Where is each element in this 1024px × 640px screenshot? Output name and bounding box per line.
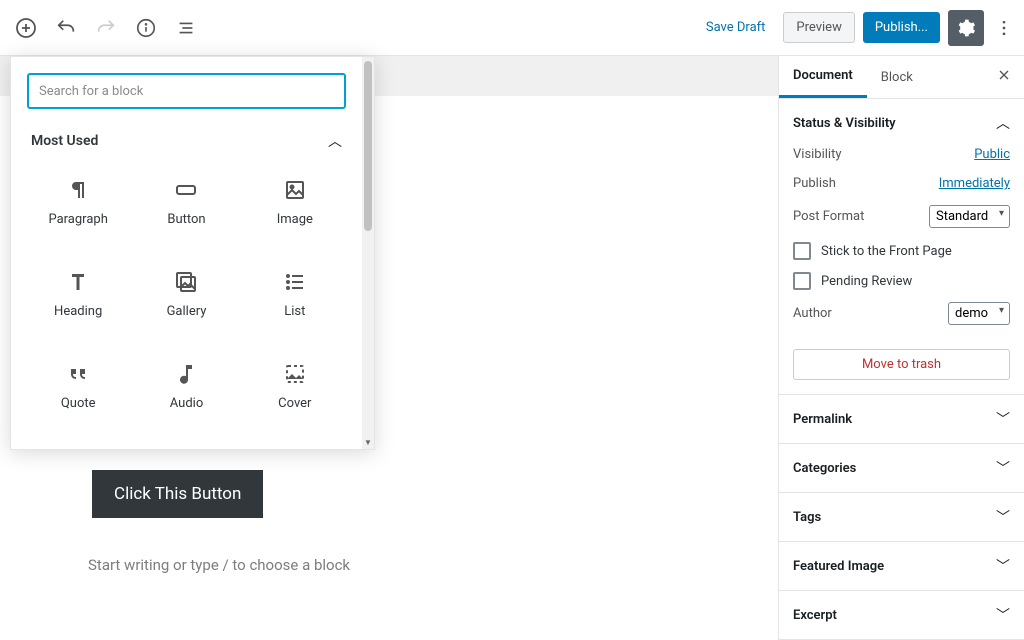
redo-icon — [95, 17, 117, 39]
block-paragraph[interactable]: Paragraph — [27, 159, 129, 245]
panel-featured-image-toggle[interactable]: Featured Image ﹀ — [779, 542, 1024, 590]
preview-button[interactable]: Preview — [783, 12, 854, 43]
panel-title: Status & Visibility — [793, 116, 896, 131]
block-inserter-popover: Most Used ︿ Paragraph Button Image Headi… — [10, 56, 375, 450]
panel-status-visibility-toggle[interactable]: Status & Visibility ︿ — [779, 99, 1024, 147]
panel-categories-toggle[interactable]: Categories ﹀ — [779, 444, 1024, 492]
stick-front-page-label: Stick to the Front Page — [821, 244, 952, 259]
toolbar-left-group — [8, 10, 204, 46]
panel-status-visibility-body: Visibility Public Publish Immediately Po… — [779, 147, 1024, 394]
save-draft-button[interactable]: Save Draft — [696, 12, 776, 43]
cover-icon — [283, 362, 307, 386]
move-to-trash-button[interactable]: Move to trash — [793, 349, 1010, 380]
plus-circle-icon — [14, 16, 38, 40]
block-audio[interactable]: Audio — [135, 343, 237, 429]
button-icon — [174, 178, 198, 202]
block-quote[interactable]: Quote — [27, 343, 129, 429]
block-button[interactable]: Button — [135, 159, 237, 245]
redo-button[interactable] — [88, 10, 124, 46]
settings-sidebar: Document Block Status & Visibility ︿ Vis… — [778, 56, 1024, 640]
chevron-down-icon: ﹀ — [996, 507, 1010, 527]
close-sidebar-button[interactable] — [984, 56, 1024, 98]
popover-scrollbar[interactable]: ▼ — [362, 57, 374, 449]
add-block-button[interactable] — [8, 10, 44, 46]
post-format-select[interactable]: Standard — [929, 205, 1010, 228]
publish-button[interactable]: Publish... — [863, 12, 940, 43]
chevron-down-icon: ﹀ — [996, 605, 1010, 625]
close-icon — [996, 67, 1012, 83]
visibility-value-link[interactable]: Public — [974, 147, 1010, 162]
block-search-wrap — [27, 73, 346, 109]
info-button[interactable] — [128, 10, 164, 46]
panel-featured-image: Featured Image ﹀ — [779, 542, 1024, 591]
block-image[interactable]: Image — [244, 159, 346, 245]
post-format-label: Post Format — [793, 209, 864, 224]
outline-icon — [175, 17, 197, 39]
toolbar-right-group: Save Draft Preview Publish... — [696, 10, 1016, 46]
scrollbar-thumb[interactable] — [364, 61, 372, 231]
panel-categories: Categories ﹀ — [779, 444, 1024, 493]
chevron-down-icon: ﹀ — [996, 409, 1010, 429]
audio-icon — [174, 362, 198, 386]
block-search-input[interactable] — [27, 73, 346, 109]
most-used-title: Most Used — [31, 133, 98, 149]
chevron-down-icon: ﹀ — [996, 458, 1010, 478]
kebab-icon — [994, 18, 1014, 38]
panel-tags-toggle[interactable]: Tags ﹀ — [779, 493, 1024, 541]
visibility-label: Visibility — [793, 147, 842, 162]
panel-permalink: Permalink ﹀ — [779, 395, 1024, 444]
author-select[interactable]: demo — [948, 302, 1010, 325]
tab-block[interactable]: Block — [867, 56, 927, 98]
author-select-wrap: demo — [948, 302, 1010, 325]
panel-tags: Tags ﹀ — [779, 493, 1024, 542]
image-icon — [283, 178, 307, 202]
panel-status-visibility: Status & Visibility ︿ Visibility Public … — [779, 99, 1024, 395]
chevron-down-icon: ﹀ — [996, 556, 1010, 576]
post-format-select-wrap: Standard — [929, 205, 1010, 228]
heading-icon — [66, 270, 90, 294]
checkbox-unchecked-icon — [793, 272, 811, 290]
checkbox-unchecked-icon — [793, 242, 811, 260]
editor-top-toolbar: Save Draft Preview Publish... — [0, 0, 1024, 56]
undo-button[interactable] — [48, 10, 84, 46]
author-label: Author — [793, 306, 832, 321]
settings-toggle-button[interactable] — [948, 10, 984, 46]
undo-icon — [55, 17, 77, 39]
panel-excerpt-toggle[interactable]: Excerpt ﹀ — [779, 591, 1024, 639]
block-navigation-button[interactable] — [168, 10, 204, 46]
more-options-button[interactable] — [992, 10, 1016, 46]
publish-value-link[interactable]: Immediately — [939, 176, 1010, 191]
block-cover[interactable]: Cover — [244, 343, 346, 429]
quote-icon — [66, 362, 90, 386]
gear-icon — [956, 18, 976, 38]
list-icon — [283, 270, 307, 294]
block-list[interactable]: List — [244, 251, 346, 337]
tab-document[interactable]: Document — [779, 56, 867, 98]
canvas-button-block[interactable]: Click This Button — [92, 470, 263, 518]
block-inserter-content: Most Used ︿ Paragraph Button Image Headi… — [11, 57, 362, 449]
sidebar-tabs: Document Block — [779, 56, 1024, 99]
info-icon — [135, 17, 157, 39]
publish-label: Publish — [793, 176, 836, 191]
most-used-section-toggle[interactable]: Most Used ︿ — [27, 131, 346, 151]
block-heading[interactable]: Heading — [27, 251, 129, 337]
stick-front-page-row[interactable]: Stick to the Front Page — [793, 242, 1010, 260]
chevron-up-icon: ︿ — [328, 131, 342, 151]
empty-paragraph-placeholder[interactable]: Start writing or type / to choose a bloc… — [88, 556, 350, 574]
block-gallery[interactable]: Gallery — [135, 251, 237, 337]
chevron-up-icon: ︿ — [996, 113, 1010, 133]
paragraph-icon — [66, 178, 90, 202]
blocks-grid: Paragraph Button Image Heading Gallery L… — [27, 159, 346, 429]
scrollbar-down-arrow-icon[interactable]: ▼ — [362, 438, 374, 447]
panel-permalink-toggle[interactable]: Permalink ﹀ — [779, 395, 1024, 443]
gallery-icon — [174, 270, 198, 294]
panel-excerpt: Excerpt ﹀ — [779, 591, 1024, 640]
pending-review-label: Pending Review — [821, 274, 912, 289]
pending-review-row[interactable]: Pending Review — [793, 272, 1010, 290]
